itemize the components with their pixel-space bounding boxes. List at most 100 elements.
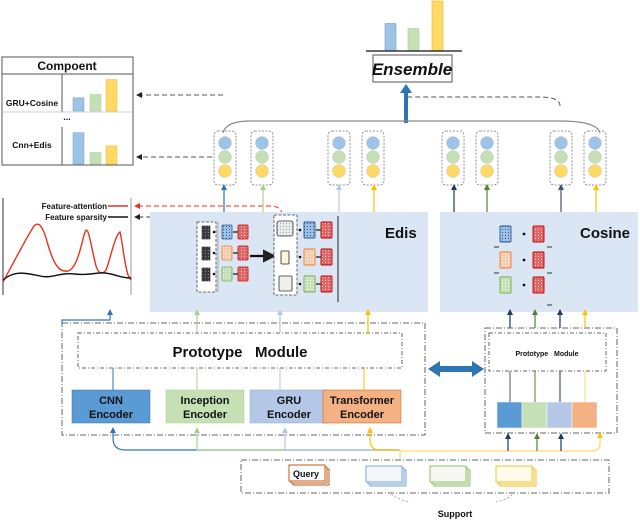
dot-operator bbox=[522, 232, 526, 236]
query-vector bbox=[320, 275, 333, 293]
query-vector bbox=[237, 266, 249, 282]
dot-operator bbox=[212, 230, 216, 234]
feature-plot: Feature-attention Feature sparsity bbox=[2, 198, 132, 295]
embedding-node bbox=[446, 136, 460, 150]
architecture-diagram: Ensemble Compoent GRU+Cosine ... Cnn+Edi… bbox=[1, 0, 638, 519]
embedding-node bbox=[332, 136, 346, 150]
query-vector bbox=[532, 251, 545, 269]
embedding-column bbox=[441, 130, 465, 186]
query-vector bbox=[532, 225, 545, 243]
support-label: Support bbox=[438, 509, 473, 519]
component-row-label: Cnn+Edis bbox=[12, 140, 52, 150]
dot-operator bbox=[212, 272, 216, 276]
dot-operator bbox=[298, 255, 302, 259]
prototype-module-small-label: Prototype Module bbox=[516, 351, 579, 358]
attention-weight bbox=[280, 250, 290, 265]
prototype-vector bbox=[499, 251, 512, 269]
embedding-node bbox=[332, 164, 346, 178]
embedding-node bbox=[218, 136, 232, 150]
embedding-node bbox=[588, 164, 602, 178]
mini-encoder bbox=[496, 401, 523, 429]
embedding-column bbox=[213, 130, 237, 186]
encoder-name: CNN bbox=[99, 395, 123, 407]
prototype-vector bbox=[303, 248, 316, 266]
component-bar bbox=[72, 97, 85, 112]
embedding-node bbox=[366, 136, 380, 150]
ensemble-arrow-head bbox=[400, 84, 412, 93]
ensemble-bracket bbox=[222, 120, 601, 134]
component-table: Compoent GRU+Cosine ... Cnn+Edis bbox=[1, 56, 134, 166]
embedding-node bbox=[255, 164, 269, 178]
embedding-column bbox=[475, 130, 499, 186]
embedding-node bbox=[218, 150, 232, 164]
prototype-module-label: Prototype Module bbox=[173, 344, 308, 361]
legend-feature-sparsity: Feature sparsity bbox=[45, 213, 107, 222]
gru-cosine-dashed-link bbox=[406, 96, 561, 107]
weight-vector bbox=[201, 267, 211, 282]
encoder-name: GRU bbox=[277, 395, 302, 407]
dot-operator bbox=[298, 228, 302, 232]
dot-operator bbox=[298, 282, 302, 286]
embedding-columns bbox=[213, 130, 607, 186]
query-sample: Query bbox=[288, 464, 330, 486]
embedding-node bbox=[480, 164, 494, 178]
weight-vector bbox=[201, 225, 211, 240]
attention-weight bbox=[276, 220, 294, 237]
dot-operator bbox=[212, 251, 216, 255]
mini-encoder bbox=[546, 401, 573, 429]
bidirectional-arrow[interactable] bbox=[428, 361, 484, 377]
embedding-column bbox=[361, 130, 385, 186]
dot-operator bbox=[522, 283, 526, 287]
encoder-name: Inception bbox=[181, 395, 230, 407]
embedding-column bbox=[327, 130, 351, 186]
ensemble-bar-chart bbox=[384, 0, 444, 52]
component-row-label: GRU+Cosine bbox=[6, 98, 58, 108]
component-bar bbox=[89, 94, 102, 112]
encoder-label: Encoder bbox=[183, 409, 228, 421]
ensemble-bar bbox=[384, 23, 397, 52]
embedding-node bbox=[255, 136, 269, 150]
component-row-ellipsis: ... bbox=[63, 112, 71, 122]
encoder-box: GRU Encoder bbox=[249, 389, 329, 424]
component-table-title: Compoent bbox=[37, 59, 96, 73]
encoder-box: Transformer Encoder bbox=[322, 389, 402, 424]
encoder-label: Encoder bbox=[340, 409, 385, 421]
encoder-row: CNNEncoderInceptionEncoderGRUEncoderTran… bbox=[71, 389, 402, 424]
mini-encoder bbox=[521, 401, 548, 429]
support-sample-green bbox=[429, 465, 471, 487]
component-bar bbox=[89, 152, 102, 165]
prototype-vector bbox=[221, 245, 233, 261]
legend-feature-attention: Feature-attention bbox=[42, 202, 107, 211]
prototype-vector bbox=[221, 266, 233, 282]
query-vector bbox=[320, 221, 333, 239]
prototype-vector bbox=[499, 276, 512, 294]
embedding-column bbox=[583, 130, 607, 186]
component-bar bbox=[105, 79, 118, 112]
embedding-node bbox=[588, 136, 602, 150]
embedding-node bbox=[554, 136, 568, 150]
component-bar bbox=[72, 132, 85, 165]
embedding-node bbox=[588, 150, 602, 164]
embedding-node bbox=[554, 150, 568, 164]
query-vector bbox=[237, 224, 249, 240]
prototype-vector bbox=[303, 221, 316, 239]
embedding-node bbox=[332, 150, 346, 164]
query-label: Query bbox=[293, 469, 319, 479]
encoder-label: Encoder bbox=[267, 409, 312, 421]
mini-encoder bbox=[571, 401, 598, 429]
encoder-box: CNN Encoder bbox=[71, 389, 151, 424]
encoder-name: Transformer bbox=[330, 395, 395, 407]
embedding-column bbox=[549, 130, 573, 186]
query-vector bbox=[320, 248, 333, 266]
ensemble-label: Ensemble bbox=[372, 60, 452, 79]
mini-encoder-strip bbox=[496, 401, 598, 429]
prototype-vector bbox=[221, 224, 233, 240]
embedding-node bbox=[446, 164, 460, 178]
prototype-vector bbox=[303, 275, 316, 293]
cosine-title: Cosine bbox=[580, 225, 630, 242]
embedding-node bbox=[480, 136, 494, 150]
query-vector bbox=[237, 245, 249, 261]
encoder-label: Encoder bbox=[89, 409, 134, 421]
embedding-node bbox=[255, 150, 269, 164]
feature-sparsity-curve bbox=[2, 272, 132, 281]
